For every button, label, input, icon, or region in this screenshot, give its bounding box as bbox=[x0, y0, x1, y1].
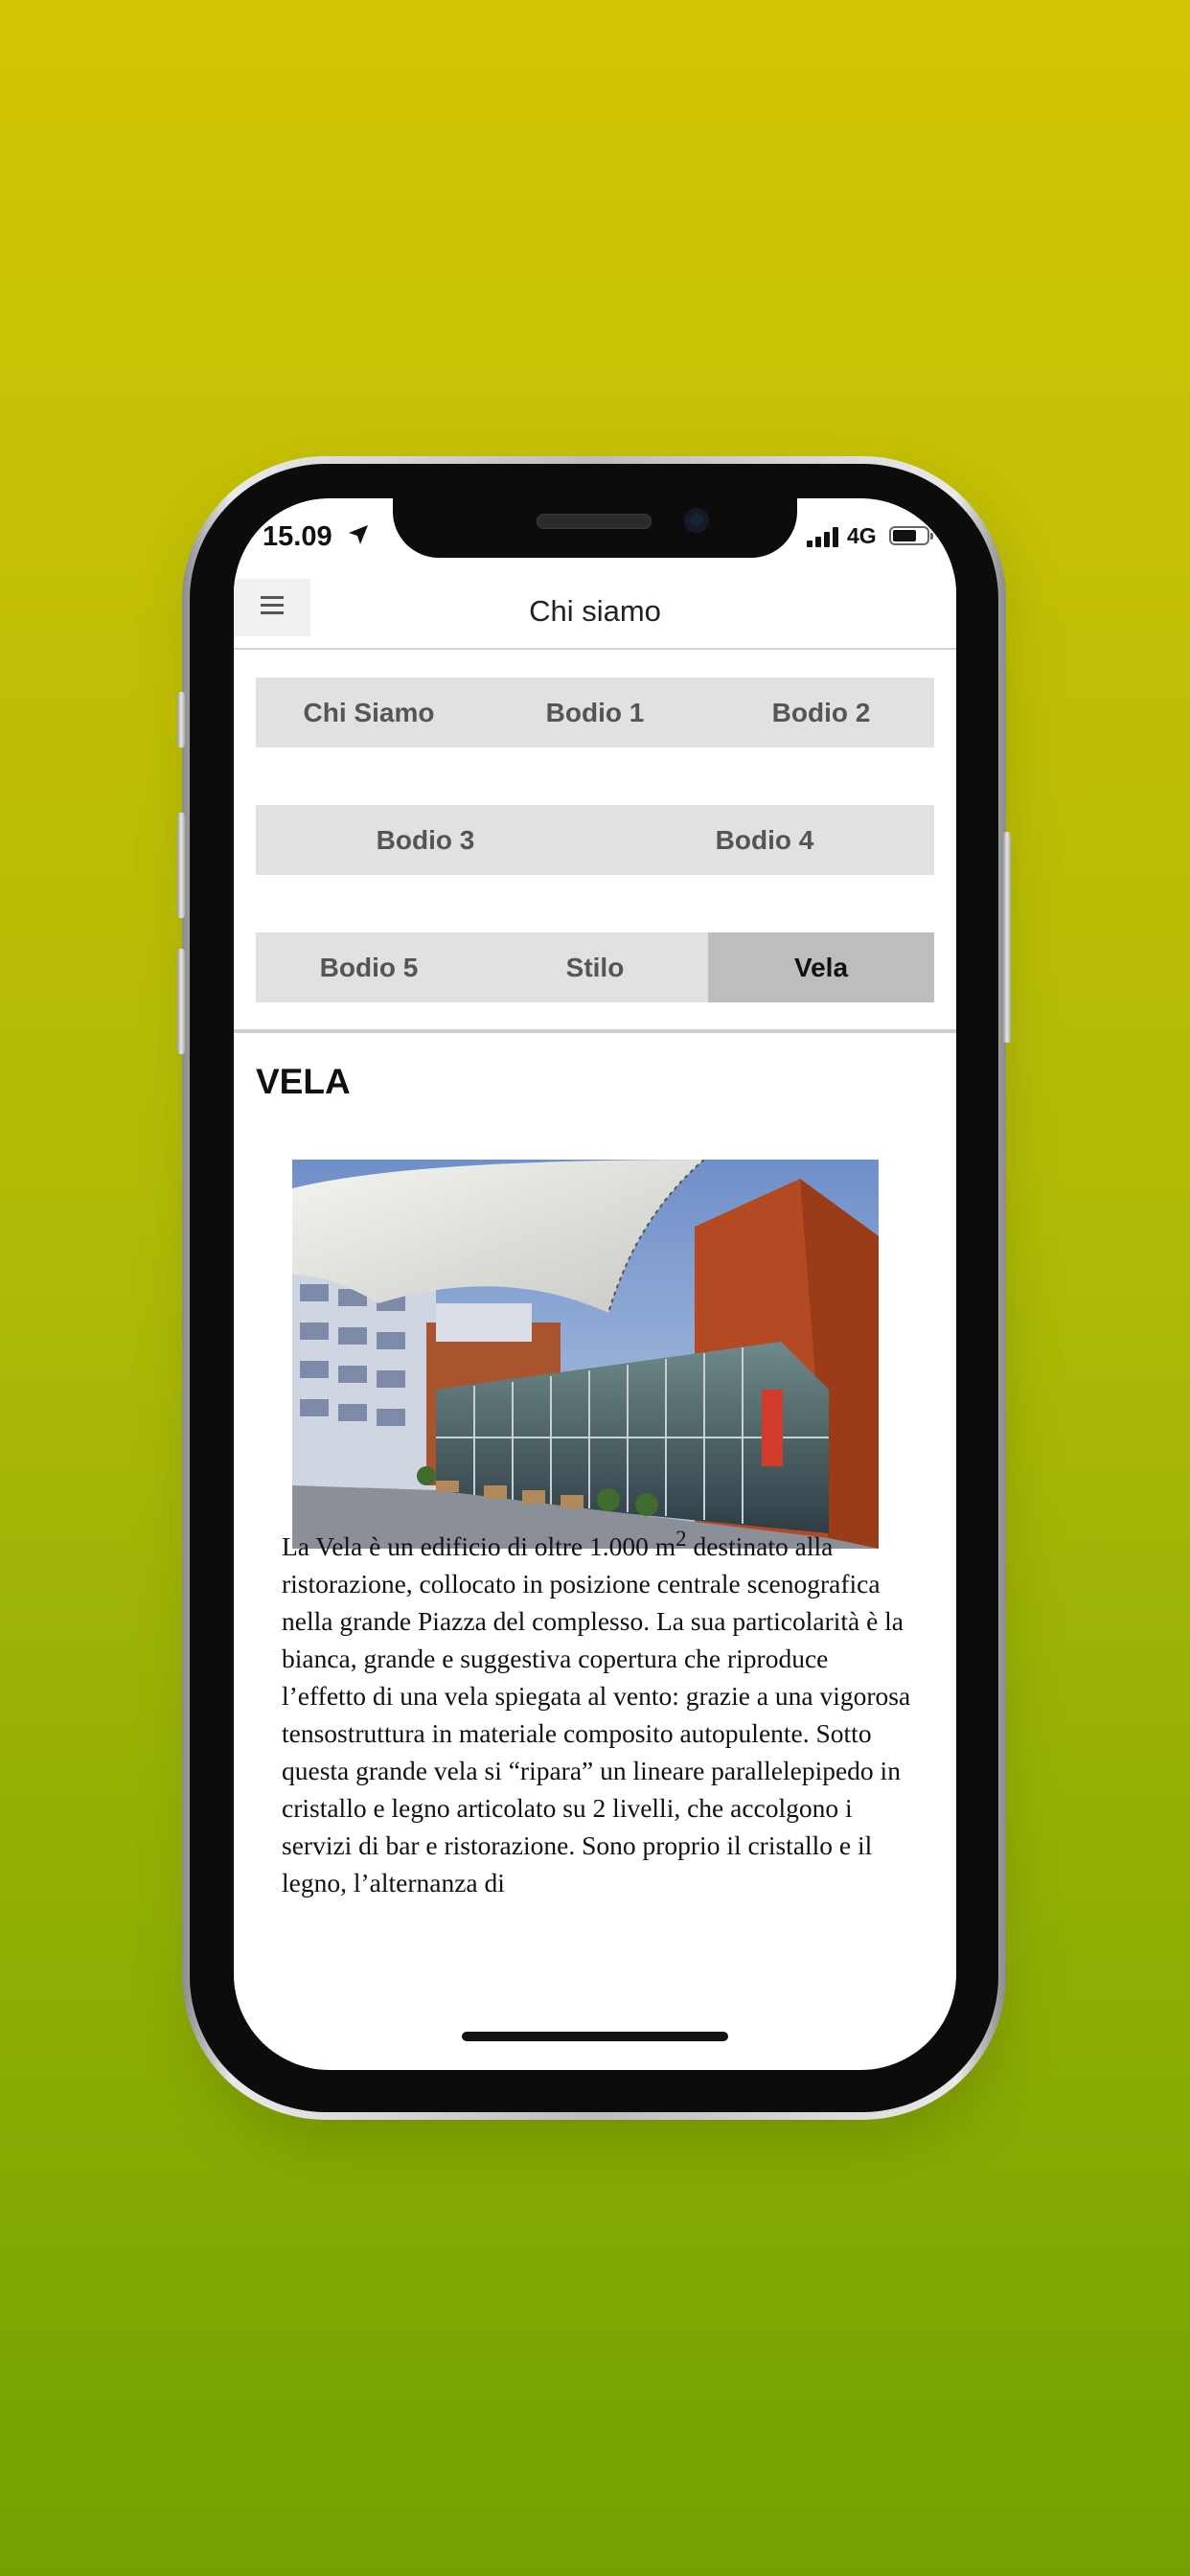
speaker-grille bbox=[537, 514, 652, 529]
status-time: 15.09 bbox=[263, 521, 332, 552]
tab-bodio-3[interactable]: Bodio 3 bbox=[256, 805, 595, 875]
tab-bodio-1[interactable]: Bodio 1 bbox=[482, 678, 708, 748]
vela-description: La Vela è un edificio di oltre 1.000 m2 … bbox=[282, 1520, 914, 1901]
segment-row-1: Chi Siamo Bodio 1 Bodio 2 bbox=[234, 650, 956, 779]
front-camera bbox=[684, 508, 709, 533]
building-photo bbox=[292, 1160, 879, 1549]
page-title: Chi siamo bbox=[529, 594, 661, 628]
description-superscript: 2 bbox=[675, 1527, 687, 1551]
tab-bodio-4[interactable]: Bodio 4 bbox=[595, 805, 934, 875]
power-button bbox=[1003, 832, 1011, 1043]
mute-switch bbox=[177, 692, 185, 748]
notch bbox=[393, 498, 797, 558]
tab-vela[interactable]: Vela bbox=[708, 932, 934, 1002]
tab-stilo[interactable]: Stilo bbox=[482, 932, 708, 1002]
segmented-control: Bodio 3 Bodio 4 bbox=[256, 805, 934, 875]
tab-bodio-5[interactable]: Bodio 5 bbox=[256, 932, 482, 1002]
description-text-2: destinato alla ristorazione, collocato i… bbox=[282, 1531, 911, 1898]
volume-down-button bbox=[177, 949, 185, 1054]
segmented-control: Chi Siamo Bodio 1 Bodio 2 bbox=[256, 678, 934, 748]
tab-bodio-2[interactable]: Bodio 2 bbox=[708, 678, 934, 748]
network-label: 4G bbox=[847, 523, 877, 548]
segmented-control: Bodio 5 Stilo Vela bbox=[256, 932, 934, 1002]
segment-row-2: Bodio 3 Bodio 4 bbox=[234, 777, 956, 907]
section-title: VELA bbox=[256, 1062, 351, 1101]
battery-icon bbox=[889, 526, 933, 545]
home-indicator[interactable] bbox=[462, 2032, 728, 2041]
description-text-1: La Vela è un edificio di oltre 1.000 m bbox=[282, 1531, 676, 1562]
signal-bars-icon bbox=[807, 526, 841, 547]
tab-chi-siamo[interactable]: Chi Siamo bbox=[256, 678, 482, 748]
segment-row-3: Bodio 5 Stilo Vela bbox=[234, 905, 956, 1033]
location-arrow-icon bbox=[349, 525, 368, 544]
volume-up-button bbox=[177, 813, 185, 918]
nav-bar: Chi siamo bbox=[234, 575, 956, 650]
phone-screen: 15.09 4G Chi siamo Chi Siamo Bodio 1 Bod… bbox=[234, 498, 956, 2070]
